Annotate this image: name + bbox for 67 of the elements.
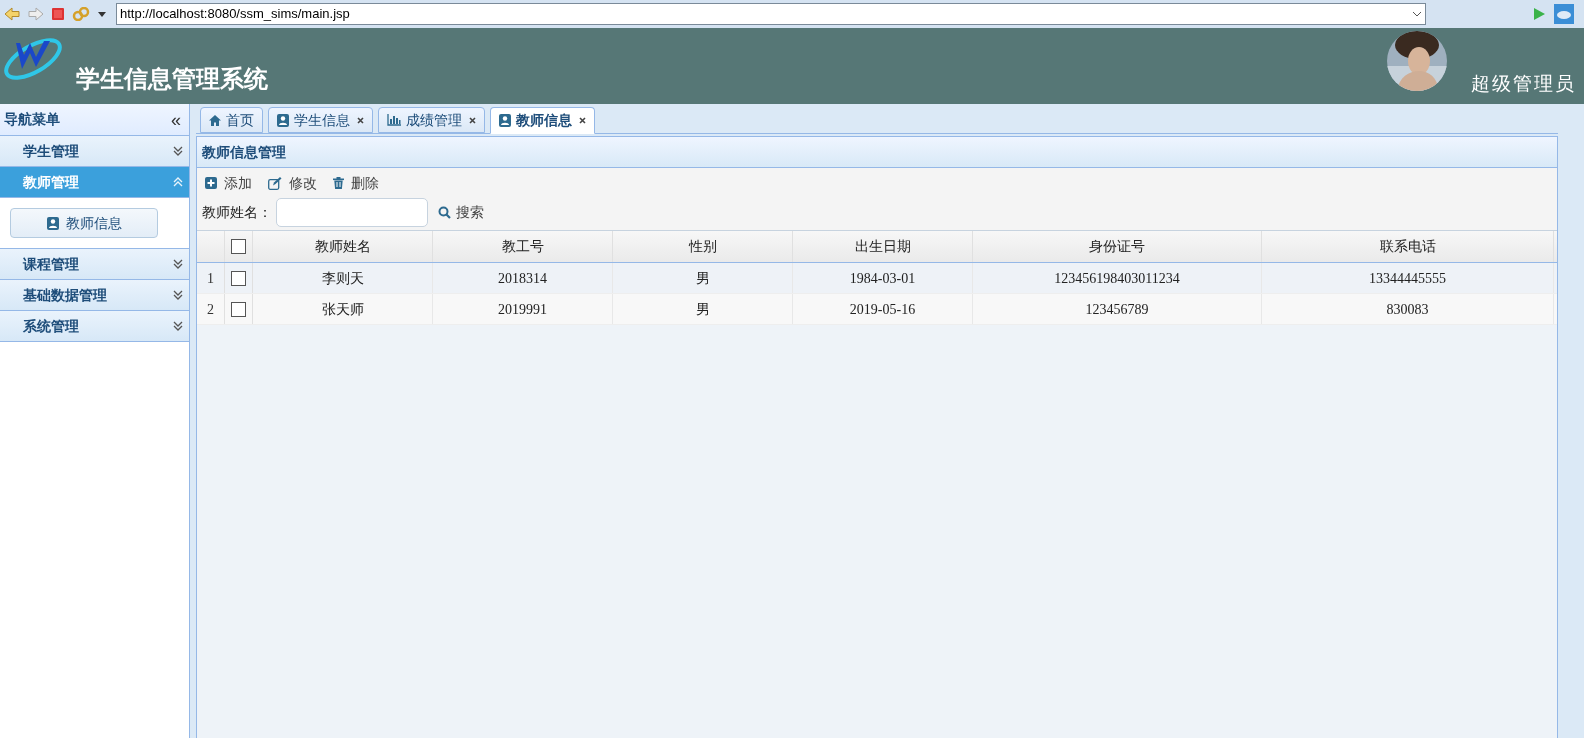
table-cell: 123456198403011234 (973, 263, 1262, 293)
dropdown-chevron-icon (1412, 11, 1422, 17)
home-icon (209, 114, 221, 126)
chevron-up-icon (173, 177, 183, 187)
tab[interactable]: 首页 (200, 107, 263, 133)
search-field[interactable] (276, 198, 428, 227)
table-cell: 2019991 (433, 294, 613, 324)
table-cell: 13344445555 (1262, 263, 1554, 293)
panel-title: 教师信息管理 (202, 142, 286, 162)
stop-icon (52, 8, 64, 20)
table-cell: 李则天 (253, 263, 433, 293)
search-button[interactable]: 搜索 (438, 202, 484, 223)
app-title: 学生信息管理系统 (76, 64, 268, 94)
search-label: 教师姓名： (202, 203, 272, 222)
column-header[interactable]: 教工号 (433, 231, 613, 262)
checkbox[interactable] (231, 239, 246, 254)
sidebar-title: 导航菜单 (4, 110, 60, 129)
edit-icon (268, 176, 282, 190)
table-cell: 男 (613, 294, 793, 324)
table-cell: 123456789 (973, 294, 1262, 324)
chevron-down-icon (173, 259, 183, 269)
row-number: 2 (197, 294, 225, 324)
column-header[interactable]: 性别 (613, 231, 793, 262)
chevron-down-icon (173, 321, 183, 331)
tab[interactable]: 学生信息 (268, 107, 373, 133)
table-cell: 张天师 (253, 294, 433, 324)
menu-group-header[interactable]: 学生管理 (0, 136, 189, 167)
chevron-down-icon (173, 290, 183, 300)
toolbar-button[interactable]: 添加 (205, 172, 252, 194)
menu-group-header[interactable]: 系统管理 (0, 311, 189, 342)
toolbar-button[interactable]: 删除 (333, 172, 379, 194)
menu-group-header[interactable]: 课程管理 (0, 249, 189, 280)
checkbox[interactable] (231, 270, 246, 286)
browser-app-icon (1554, 4, 1574, 24)
table-cell: 2018314 (433, 263, 613, 293)
user-icon (46, 216, 59, 230)
user-icon (277, 113, 289, 127)
bar-chart-icon (387, 114, 401, 126)
column-header[interactable]: 教师姓名 (253, 231, 433, 262)
url-text: http://localhost:8080/ssm_sims/main.jsp (120, 5, 350, 24)
user-icon (499, 114, 511, 127)
table-cell: 2019-05-16 (793, 294, 973, 324)
forward-arrow-icon (28, 7, 44, 21)
column-header[interactable]: 身份证号 (973, 231, 1262, 262)
tab[interactable]: 教师信息 (490, 107, 595, 134)
trash-icon (333, 177, 344, 189)
checkbox[interactable] (231, 301, 246, 317)
column-header[interactable]: 联系电话 (1262, 231, 1554, 262)
add-icon (205, 177, 217, 189)
back-arrow-icon (4, 7, 20, 21)
row-number: 1 (197, 263, 225, 293)
chevron-down-icon (173, 146, 183, 156)
go-icon (1532, 7, 1546, 21)
search-icon (438, 206, 451, 219)
table-cell: 男 (613, 263, 793, 293)
menu-item-button[interactable]: 教师信息 (10, 208, 158, 238)
dropdown-caret-icon (98, 11, 106, 17)
address-field[interactable]: http://localhost:8080/ssm_sims/main.jsp (116, 3, 1426, 25)
user-role: 超级管理员 (1471, 70, 1576, 96)
menu-group-header[interactable]: 基础数据管理 (0, 280, 189, 311)
table-cell: 1984-03-01 (793, 263, 973, 293)
column-header[interactable]: 出生日期 (793, 231, 973, 262)
toolbar-button[interactable]: 修改 (268, 172, 317, 194)
collapse-button[interactable]: « (167, 110, 185, 129)
table-cell: 830083 (1262, 294, 1554, 324)
tab[interactable]: 成绩管理 (378, 107, 485, 133)
links-icon (72, 7, 90, 21)
